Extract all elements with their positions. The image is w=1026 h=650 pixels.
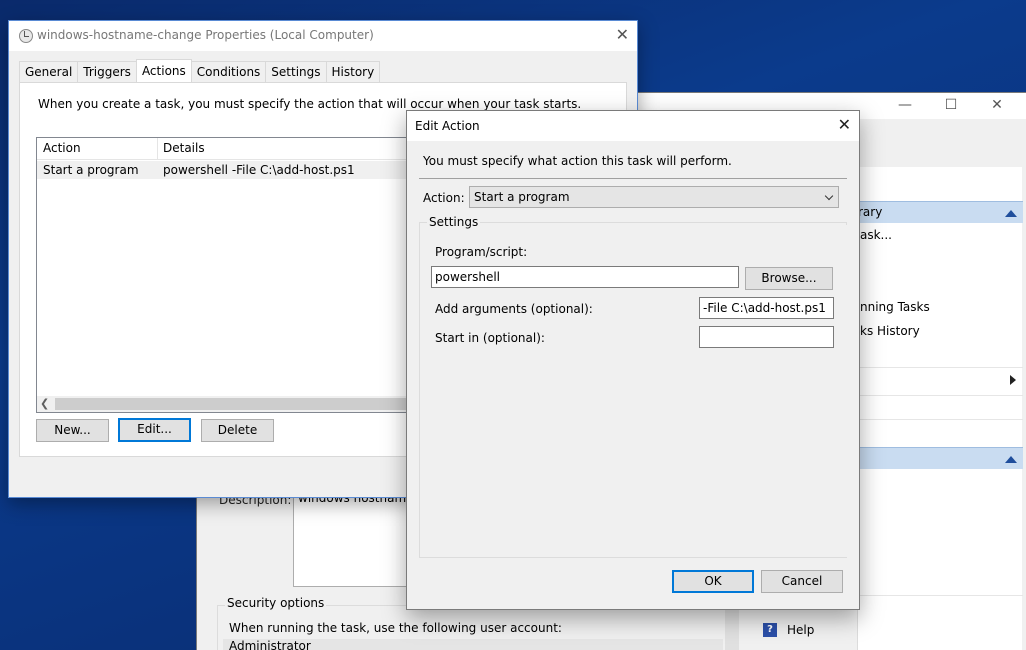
column-header-details[interactable]: Details: [163, 141, 205, 155]
column-header-action[interactable]: Action: [43, 141, 81, 155]
browse-button[interactable]: Browse...: [745, 267, 833, 290]
tab-settings[interactable]: Settings: [265, 61, 327, 83]
start-in-input[interactable]: [699, 326, 834, 348]
action-select[interactable]: Start a program: [469, 186, 839, 208]
library-section-label: rary: [858, 205, 883, 219]
edit-action-button[interactable]: Edit...: [118, 418, 191, 442]
close-icon[interactable]: ✕: [989, 97, 1005, 113]
tab-history[interactable]: History: [325, 61, 381, 83]
scroll-left-icon[interactable]: ❮: [40, 396, 49, 412]
collapse-icon[interactable]: [1005, 456, 1017, 463]
divider: [858, 595, 1023, 596]
cancel-button[interactable]: Cancel: [761, 570, 843, 593]
arguments-input[interactable]: -File C:\add-host.ps1: [699, 297, 834, 319]
edit-action-info-text: You must specify what action this task w…: [423, 154, 732, 168]
program-script-input[interactable]: powershell: [431, 266, 739, 288]
actions-intro-text: When you create a task, you must specify…: [38, 97, 582, 111]
chevron-down-icon: [824, 191, 834, 201]
action-select-value: Start a program: [474, 190, 570, 204]
edit-action-title: Edit Action: [415, 119, 480, 133]
clock-icon: [19, 29, 33, 43]
security-user-account-text: When running the task, use the following…: [229, 621, 562, 635]
minimize-icon[interactable]: —: [897, 97, 913, 113]
ok-button[interactable]: OK: [672, 570, 754, 593]
divider: [858, 419, 1023, 420]
divider: [419, 178, 847, 179]
delete-action-button[interactable]: Delete: [201, 419, 274, 442]
row-action-cell: Start a program: [43, 163, 139, 177]
edit-action-dialog: Edit Action ✕ You must specify what acti…: [406, 110, 860, 610]
tab-general[interactable]: General: [19, 61, 79, 83]
tasks-history-item[interactable]: ks History: [858, 319, 1023, 343]
edit-action-titlebar: Edit Action ✕: [407, 111, 859, 141]
collapse-icon[interactable]: [1005, 210, 1017, 217]
scrollbar-thumb[interactable]: [55, 398, 435, 410]
tab-actions[interactable]: Actions: [135, 59, 192, 83]
program-script-label: Program/script:: [435, 245, 528, 259]
properties-title: windows-hostname-change Properties (Loca…: [37, 28, 374, 42]
maximize-icon[interactable]: ☐: [943, 97, 959, 113]
close-icon[interactable]: ✕: [616, 26, 629, 44]
submenu-arrow-icon[interactable]: [1010, 375, 1016, 385]
new-action-button[interactable]: New...: [36, 419, 109, 442]
help-icon[interactable]: ?: [763, 623, 777, 637]
library-section-header[interactable]: rary: [858, 201, 1023, 223]
running-tasks-item[interactable]: nning Tasks: [858, 295, 1023, 319]
close-icon[interactable]: ✕: [838, 116, 851, 134]
row-details-cell: powershell -File C:\add-host.ps1: [163, 163, 355, 177]
selected-item-section-header[interactable]: [858, 447, 1023, 469]
properties-tabs: General Triggers Actions Conditions Sett…: [19, 59, 381, 83]
action-label: Action:: [423, 191, 465, 205]
divider: [858, 367, 1023, 368]
tab-triggers[interactable]: Triggers: [77, 61, 137, 83]
tab-conditions[interactable]: Conditions: [190, 61, 267, 83]
column-divider[interactable]: [157, 138, 158, 160]
divider: [858, 395, 1023, 396]
details-scrollbar[interactable]: [725, 609, 739, 650]
settings-label: Settings: [427, 215, 481, 229]
help-item[interactable]: Help: [787, 623, 814, 637]
actions-pane: rary ask... nning Tasks ks History: [857, 167, 1023, 650]
security-options-label: Security options: [225, 596, 327, 610]
user-account-field[interactable]: Administrator: [223, 639, 723, 650]
create-task-item[interactable]: ask...: [858, 223, 1023, 247]
start-in-label: Start in (optional):: [435, 331, 545, 345]
properties-titlebar: windows-hostname-change Properties (Loca…: [9, 21, 637, 51]
arguments-label: Add arguments (optional):: [435, 302, 593, 316]
